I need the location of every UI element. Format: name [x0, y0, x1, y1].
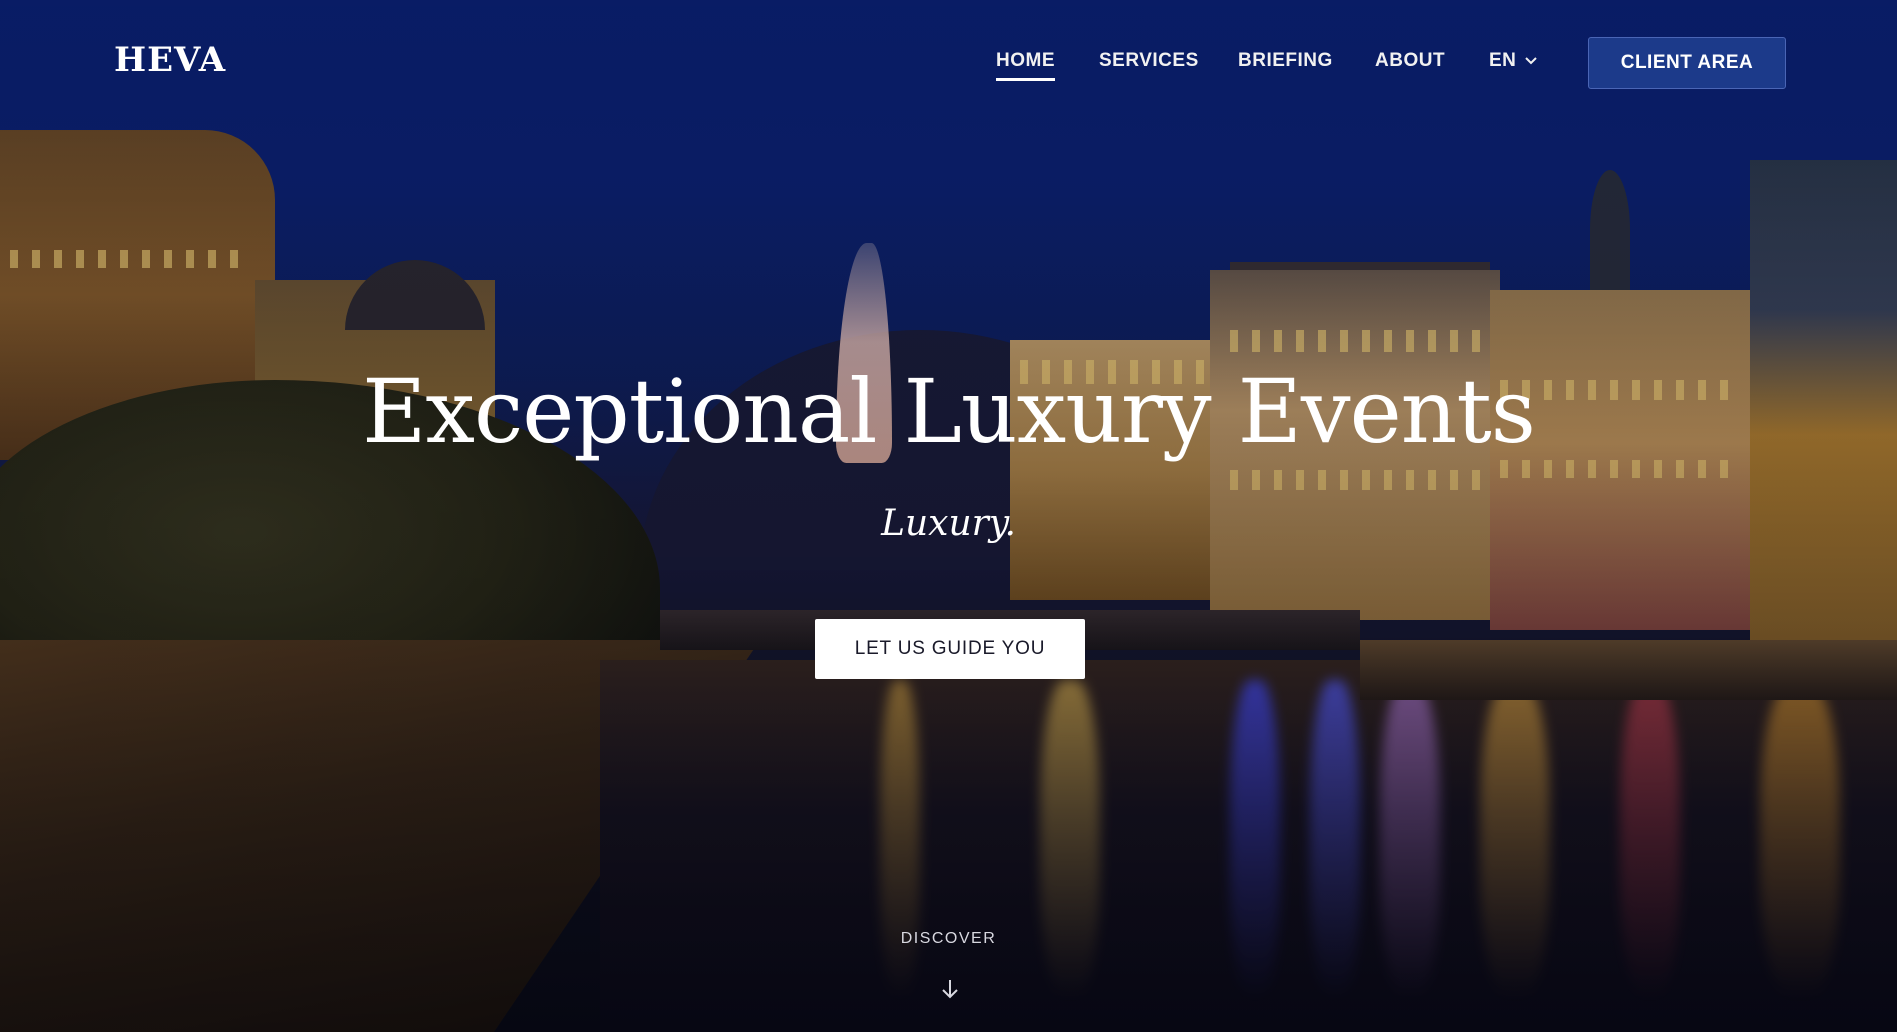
guide-cta-button[interactable]: LET US GUIDE YOU [815, 619, 1085, 679]
discover-link[interactable]: DISCOVER [0, 930, 1897, 948]
hero-subtitle: Luxury. [881, 503, 1016, 544]
main-navigation: HEVA HOME SERVICES BRIEFING ABOUT EN CLI… [0, 0, 1897, 125]
language-label: EN [1489, 50, 1517, 71]
client-area-button[interactable]: CLIENT AREA [1588, 37, 1786, 89]
hero-title: Exceptional Luxury Events [362, 360, 1536, 463]
nav-item-home[interactable]: HOME [996, 50, 1055, 81]
chevron-down-icon [1525, 57, 1538, 65]
language-selector[interactable]: EN [1489, 50, 1538, 72]
logo[interactable]: HEVA [114, 40, 226, 80]
hero-section: HEVA HOME SERVICES BRIEFING ABOUT EN CLI… [0, 0, 1897, 1032]
nav-item-about[interactable]: ABOUT [1375, 50, 1445, 72]
arrow-down-icon[interactable] [940, 978, 960, 1000]
nav-item-services[interactable]: SERVICES [1099, 50, 1199, 72]
nav-item-briefing[interactable]: BRIEFING [1238, 50, 1333, 72]
